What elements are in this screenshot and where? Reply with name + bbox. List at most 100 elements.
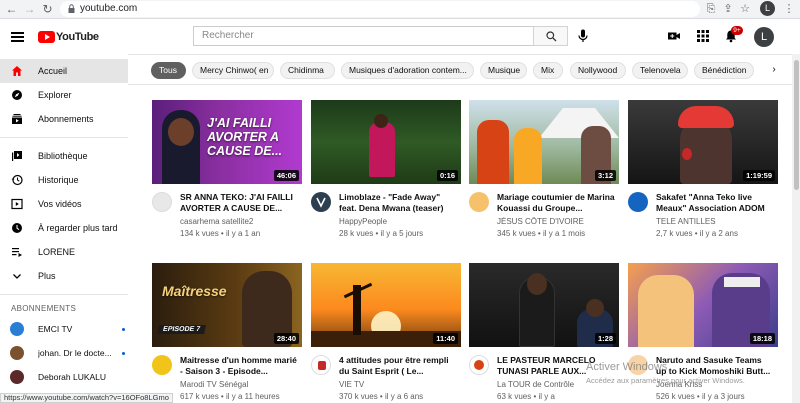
video-title[interactable]: SR ANNA TEKO: J'AI FAILLI AVORTER A CAUS… [180, 192, 298, 214]
video-thumbnail[interactable]: 3:12 [469, 100, 619, 184]
channel-avatar [10, 370, 24, 384]
video-thumbnail[interactable]: 18:18 [628, 263, 778, 347]
compass-icon [12, 90, 22, 100]
sidebar-item-your-videos[interactable]: Vos vidéos [0, 192, 128, 216]
chip-musique[interactable]: Musique [480, 62, 527, 79]
chip-telenovela[interactable]: Telenovela [632, 62, 688, 79]
video-title[interactable]: Naruto and Sasuke Teams up to Kick Momos… [656, 355, 774, 377]
channel-logo-icon [318, 361, 326, 370]
video-thumbnail[interactable]: Maîtresse EPISODE 7 28:40 [152, 263, 302, 347]
forward-arrow-icon[interactable]: → [22, 2, 37, 17]
video-card[interactable]: 3:12 Mariage coutumier de Marina Kouassi… [469, 100, 619, 250]
sidebar-subscription-deborah-lukalu[interactable]: Deborah LUKALU [0, 366, 128, 388]
channel-avatar[interactable] [152, 355, 172, 375]
sidebar-subscription-johan[interactable]: johan. Dr le docte... [0, 342, 128, 364]
windows-activation-watermark-subtext: Accédez aux paramètres pour activer Wind… [586, 376, 745, 385]
chip-nollywood[interactable]: Nollywood [570, 62, 626, 79]
back-arrow-icon[interactable]: ← [4, 2, 19, 17]
channel-avatar[interactable] [628, 192, 648, 212]
channel-logo-icon [474, 360, 484, 370]
chip-mix[interactable]: Mix [533, 62, 563, 79]
video-thumbnail[interactable]: 0:16 [311, 100, 461, 184]
sidebar-item-watch-later[interactable]: À regarder plus tard [0, 216, 128, 240]
video-channel[interactable]: VIE TV [339, 380, 457, 389]
sidebar-item-label: Abonnements [38, 114, 94, 124]
user-avatar[interactable]: L [754, 27, 774, 47]
video-thumbnail[interactable]: 11:40 [311, 263, 461, 347]
address-bar[interactable]: youtube.com [60, 1, 700, 17]
video-channel[interactable]: JÉSUS CÔTE D'IVOIRE [497, 217, 615, 226]
video-thumbnail[interactable]: 1:28 [469, 263, 619, 347]
search-button[interactable] [533, 26, 568, 46]
video-duration: 18:18 [749, 333, 775, 344]
video-title[interactable]: Sakafet "Anna Teko live Meaux" Associati… [656, 192, 774, 214]
bookmark-star-icon[interactable]: ☆ [738, 2, 752, 16]
subscriptions-heading: ABONNEMENTS [11, 304, 77, 313]
sidebar-item-subscriptions[interactable]: Abonnements [0, 107, 128, 131]
your-videos-icon [11, 198, 23, 210]
logo-text: YouTube [56, 31, 99, 43]
video-duration: 0:16 [436, 170, 458, 181]
subscriptions-icon [12, 114, 22, 124]
sidebar-subscription-emci-tv[interactable]: EMCI TV [0, 318, 128, 340]
video-title[interactable]: 4 attitudes pour être rempli du Saint Es… [339, 355, 457, 377]
browser-status-url: https://www.youtube.com/watch?v=16OFo8LG… [0, 393, 173, 403]
video-meta: 370 k vues • il y a 6 ans [339, 392, 424, 401]
video-duration: 28:40 [273, 333, 299, 344]
browser-menu-icon[interactable]: ⋮ [782, 2, 796, 16]
channel-avatar [10, 322, 24, 336]
create-video-icon[interactable] [667, 29, 681, 43]
video-title[interactable]: Limoblaze - "Fade Away" feat. Dena Mwana… [339, 192, 457, 214]
channel-avatar[interactable] [469, 192, 489, 212]
channel-avatar[interactable] [152, 192, 172, 212]
video-title[interactable]: Mariage coutumier de Marina Kouassi du G… [497, 192, 615, 214]
chevron-down-icon [13, 274, 21, 279]
microphone-icon[interactable] [577, 29, 589, 43]
sidebar-item-label: Accueil [38, 66, 68, 76]
sidebar-item-home[interactable]: Accueil [0, 59, 128, 83]
translate-icon[interactable]: ⎘ [704, 2, 718, 16]
video-channel[interactable]: casarhema satellite2 [180, 217, 298, 226]
youtube-logo[interactable]: YouTube [38, 30, 99, 44]
search-input[interactable]: Rechercher [193, 26, 533, 46]
thumbnail-face [527, 273, 547, 295]
reload-icon[interactable]: ↻ [40, 2, 55, 17]
sidebar-item-playlist-lorene[interactable]: LORENE [0, 240, 128, 264]
video-card[interactable]: 1:19:59 Sakafet "Anna Teko live Meaux" A… [628, 100, 778, 250]
video-channel[interactable]: TELE ANTILLES [656, 217, 774, 226]
sidebar-item-label: Explorer [38, 90, 72, 100]
sidebar-item-history[interactable]: Historique [0, 168, 128, 192]
channel-avatar[interactable] [469, 355, 489, 375]
video-meta: 28 k vues • il y a 5 jours [339, 229, 424, 238]
chip-musiques-adoration[interactable]: Musiques d'adoration contem... [341, 62, 474, 79]
share-icon[interactable]: ⇪ [721, 2, 735, 16]
channel-avatar[interactable] [311, 192, 331, 212]
thumbnail-person [514, 128, 542, 184]
video-card[interactable]: J'AI FAILLI AVORTER A CAUSE DE... 46:06 … [152, 100, 302, 250]
browser-profile-avatar[interactable]: L [760, 1, 775, 16]
video-card[interactable]: 0:16 Limoblaze - "Fade Away" feat. Dena … [311, 100, 461, 250]
chip-mercy-chinwo[interactable]: Mercy Chinwo( en [192, 62, 274, 79]
sidebar-item-more[interactable]: Plus [0, 264, 128, 288]
page-scrollbar-thumb[interactable] [794, 60, 799, 190]
video-card[interactable]: Maîtresse EPISODE 7 28:40 Maitresse d'un… [152, 263, 302, 403]
video-thumbnail[interactable]: J'AI FAILLI AVORTER A CAUSE DE... 46:06 [152, 100, 302, 184]
video-card[interactable]: 11:40 4 attitudes pour être rempli du Sa… [311, 263, 461, 403]
guide-menu-icon[interactable] [11, 32, 24, 42]
sidebar-divider [0, 294, 128, 295]
video-title[interactable]: Maitresse d'un homme marié - Saison 3 - … [180, 355, 298, 377]
chip-chidinma[interactable]: Chidinma [280, 62, 335, 79]
chevron-right-icon[interactable]: › [766, 62, 782, 78]
thumbnail-character [638, 275, 694, 347]
apps-grid-icon[interactable] [696, 29, 710, 43]
video-channel[interactable]: Marodi TV Sénégal [180, 380, 298, 389]
chip-benediction[interactable]: Bénédiction [694, 62, 754, 79]
channel-avatar[interactable] [311, 355, 331, 375]
video-thumbnail[interactable]: 1:19:59 [628, 100, 778, 184]
search-icon [546, 31, 557, 42]
chip-all[interactable]: Tous [151, 62, 186, 79]
video-duration: 11:40 [433, 333, 458, 344]
sidebar-item-explore[interactable]: Explorer [0, 83, 128, 107]
video-channel[interactable]: HappyPeople [339, 217, 457, 226]
sidebar-item-library[interactable]: Bibliothèque [0, 144, 128, 168]
